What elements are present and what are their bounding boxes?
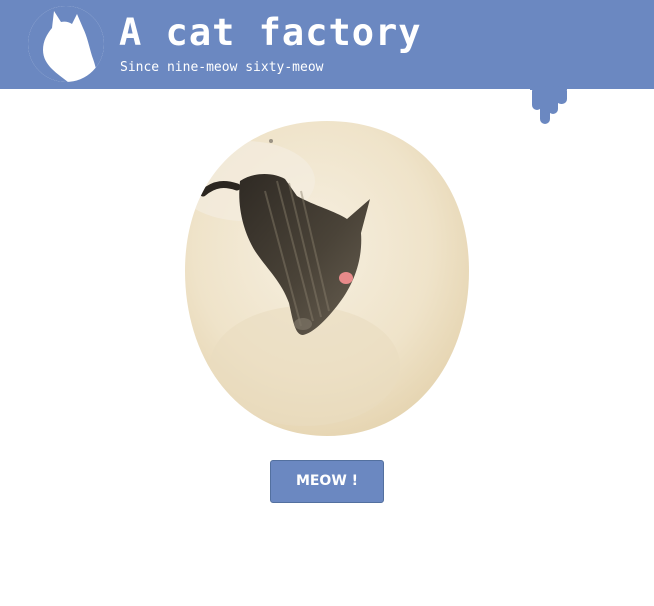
cat-photo (185, 121, 469, 436)
site-title: A cat factory (119, 11, 422, 54)
paint-drips-decoration (530, 86, 567, 124)
cat-head-logo-icon (28, 6, 104, 82)
meow-button[interactable]: MEOW ! (270, 460, 384, 503)
site-header: A cat factory Since nine-meow sixty-meow (0, 0, 654, 89)
site-subtitle: Since nine-meow sixty-meow (120, 60, 324, 75)
